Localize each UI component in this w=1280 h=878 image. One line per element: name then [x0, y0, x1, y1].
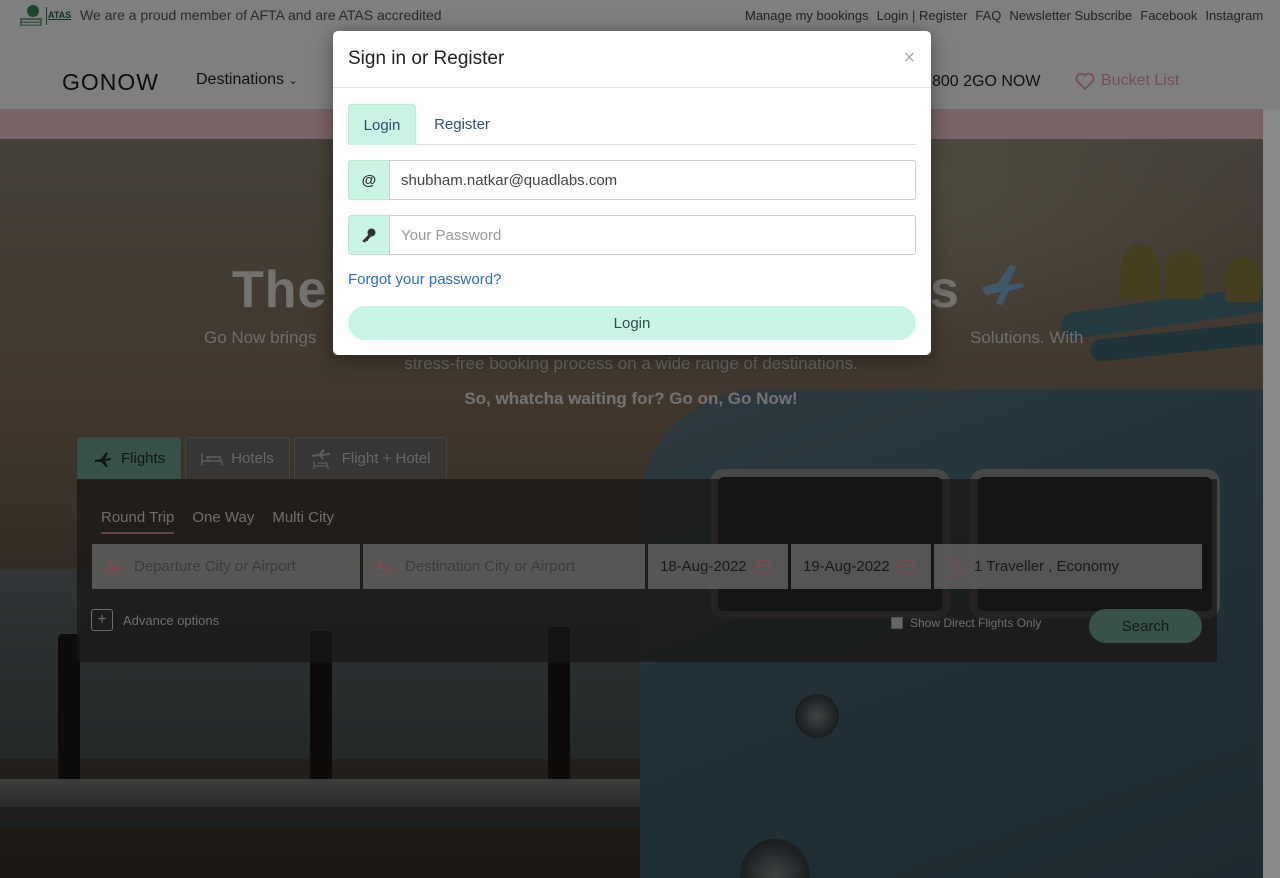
scrollbar-gutter[interactable]	[1263, 109, 1280, 878]
modal-title: Sign in or Register	[348, 48, 505, 69]
key-icon	[348, 215, 389, 255]
email-field[interactable]	[389, 160, 916, 200]
forgot-password-link[interactable]: Forgot your password?	[348, 271, 501, 288]
tab-register[interactable]: Register	[416, 104, 508, 145]
close-icon[interactable]: ×	[903, 48, 915, 68]
sign-in-modal: Sign in or Register × Login Register @ F…	[333, 31, 931, 355]
password-field[interactable]	[389, 215, 916, 255]
auth-tabs: Login Register	[348, 104, 916, 145]
modal-header: Sign in or Register ×	[333, 31, 931, 88]
at-sign-icon: @	[348, 160, 389, 200]
password-input-group	[348, 215, 916, 255]
email-input-group: @	[348, 160, 916, 200]
login-button[interactable]: Login	[348, 306, 916, 340]
tab-login[interactable]: Login	[348, 104, 416, 145]
